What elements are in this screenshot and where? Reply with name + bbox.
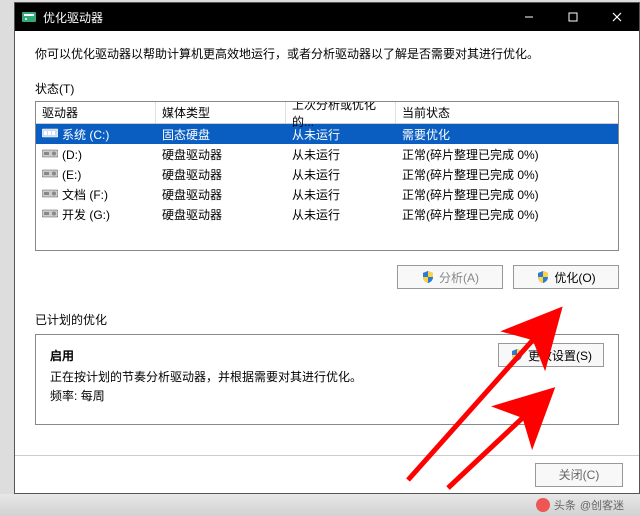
- drive-media: 硬盘驱动器: [156, 186, 286, 203]
- change-settings-button[interactable]: 更改设置(S): [498, 343, 604, 367]
- optimize-button[interactable]: 优化(O): [513, 265, 619, 289]
- drive-name: 系统 (C:): [62, 128, 109, 142]
- titlebar[interactable]: 优化驱动器: [15, 3, 639, 31]
- drive-name: 文档 (F:): [62, 188, 108, 202]
- schedule-section-label: 已计划的优化: [35, 311, 619, 328]
- minimize-button[interactable]: [507, 3, 551, 31]
- avatar-icon: [536, 498, 550, 512]
- drive-icon: [42, 167, 58, 179]
- drive-icon: [42, 207, 58, 219]
- drive-last: 从未运行: [286, 206, 396, 223]
- shield-icon: [421, 270, 435, 284]
- analyze-button[interactable]: 分析(A): [397, 265, 503, 289]
- drive-status: 正常(碎片整理已完成 0%): [396, 146, 618, 163]
- drive-name: (E:): [62, 168, 81, 182]
- drive-name: 开发 (G:): [62, 208, 110, 222]
- status-label: 状态(T): [35, 80, 619, 97]
- drive-status: 需要优化: [396, 126, 618, 143]
- watermark: 头条@创客迷: [536, 497, 624, 513]
- drive-media: 固态硬盘: [156, 126, 286, 143]
- drive-row[interactable]: (E:) 硬盘驱动器从未运行正常(碎片整理已完成 0%): [36, 164, 618, 184]
- optimize-drives-window: 优化驱动器 你可以优化驱动器以帮助计算机更高效地运行，或者分析驱动器以了解是否需…: [14, 2, 640, 494]
- drive-last: 从未运行: [286, 166, 396, 183]
- drive-icon: [42, 127, 58, 139]
- maximize-button[interactable]: [551, 3, 595, 31]
- drive-icon: [42, 147, 58, 159]
- close-button[interactable]: [595, 3, 639, 31]
- drive-media: 硬盘驱动器: [156, 166, 286, 183]
- schedule-frequency: 频率: 每周: [50, 387, 604, 404]
- drive-icon: [42, 187, 58, 199]
- drive-row[interactable]: (D:) 硬盘驱动器从未运行正常(碎片整理已完成 0%): [36, 144, 618, 164]
- schedule-line1: 正在按计划的节奏分析驱动器，并根据需要对其进行优化。: [50, 368, 604, 385]
- header-drive[interactable]: 驱动器: [36, 102, 156, 123]
- header-last[interactable]: 上次分析或优化的...: [286, 102, 396, 123]
- drive-name: (D:): [62, 148, 82, 162]
- close-window-button[interactable]: 关闭(C): [535, 463, 623, 487]
- drive-media: 硬盘驱动器: [156, 146, 286, 163]
- drive-list[interactable]: 驱动器 媒体类型 上次分析或优化的... 当前状态 系统 (C:)固态硬盘从未运…: [35, 101, 619, 251]
- drive-last: 从未运行: [286, 186, 396, 203]
- drive-status: 正常(碎片整理已完成 0%): [396, 206, 618, 223]
- app-icon: [21, 9, 37, 25]
- drive-last: 从未运行: [286, 146, 396, 163]
- header-current[interactable]: 当前状态: [396, 102, 618, 123]
- description-text: 你可以优化驱动器以帮助计算机更高效地运行，或者分析驱动器以了解是否需要对其进行优…: [35, 45, 619, 62]
- shield-icon: [536, 270, 550, 284]
- shield-icon: [510, 348, 524, 362]
- schedule-box: 启用 正在按计划的节奏分析驱动器，并根据需要对其进行优化。 频率: 每周 更改设…: [35, 334, 619, 425]
- drive-status: 正常(碎片整理已完成 0%): [396, 166, 618, 183]
- drive-last: 从未运行: [286, 126, 396, 143]
- drive-status: 正常(碎片整理已完成 0%): [396, 186, 618, 203]
- drive-row[interactable]: 开发 (G:) 硬盘驱动器从未运行正常(碎片整理已完成 0%): [36, 204, 618, 224]
- bottom-bar: 关闭(C): [15, 455, 639, 493]
- drive-row[interactable]: 系统 (C:) 固态硬盘从未运行需要优化: [36, 124, 618, 144]
- header-media[interactable]: 媒体类型: [156, 102, 286, 123]
- list-header[interactable]: 驱动器 媒体类型 上次分析或优化的... 当前状态: [36, 102, 618, 124]
- window-title: 优化驱动器: [43, 9, 507, 26]
- drive-media: 硬盘驱动器: [156, 206, 286, 223]
- drive-row[interactable]: 文档 (F:) 硬盘驱动器从未运行正常(碎片整理已完成 0%): [36, 184, 618, 204]
